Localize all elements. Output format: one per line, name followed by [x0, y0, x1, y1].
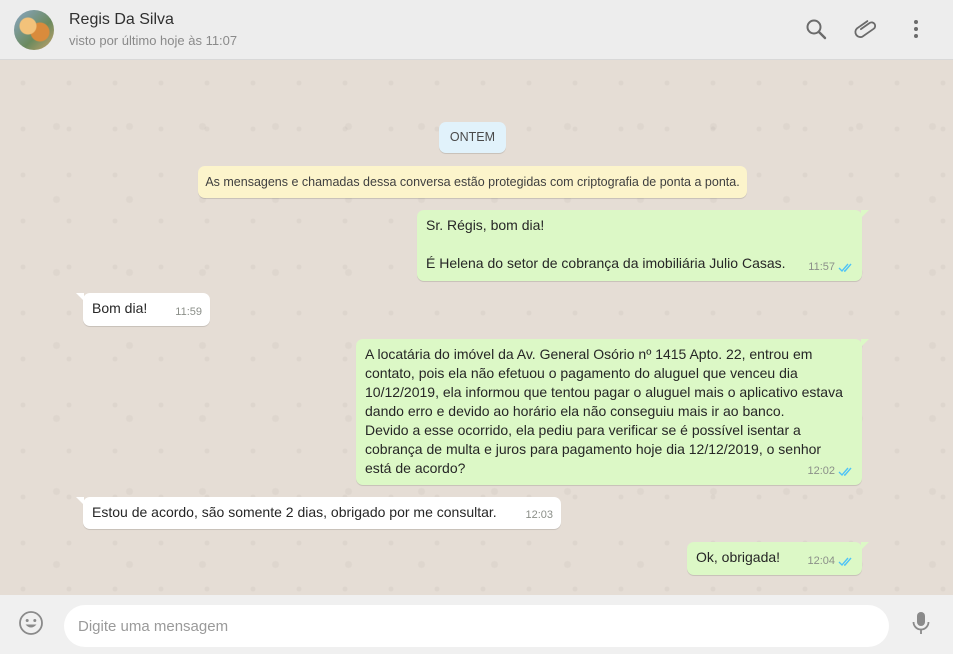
message-meta: 12:04: [807, 552, 854, 571]
read-ticks-icon: [838, 466, 854, 477]
message-text: A locatária do imóvel da Av. General Osó…: [365, 346, 843, 476]
contact-name[interactable]: Regis Da Silva: [69, 11, 174, 29]
message-meta: 12:02: [807, 462, 854, 481]
message-time: 11:59: [175, 306, 202, 318]
message-time: 12:02: [807, 465, 835, 477]
message-meta: 11:57: [808, 258, 854, 277]
message-input[interactable]: [64, 605, 889, 647]
message-bubble-outgoing[interactable]: A locatária do imóvel da Av. General Osó…: [356, 339, 869, 485]
menu-icon[interactable]: [904, 17, 928, 41]
message-bubble-outgoing[interactable]: Sr. Régis, bom dia! É Helena do setor de…: [417, 210, 869, 281]
read-ticks-icon: [838, 556, 854, 567]
search-icon[interactable]: [804, 17, 828, 41]
message-text: Sr. Régis, bom dia! É Helena do setor de…: [426, 217, 786, 271]
message-meta: 11:59: [175, 303, 202, 322]
message-time: 12:03: [525, 509, 553, 521]
read-ticks-icon: [838, 262, 854, 273]
message-text: Estou de acordo, são somente 2 dias, obr…: [92, 504, 497, 520]
date-divider: ONTEM: [439, 122, 506, 153]
emoji-icon[interactable]: [18, 610, 44, 636]
message-meta: 12:03: [525, 506, 553, 525]
message-list[interactable]: ONTEM As mensagens e chamadas dessa conv…: [0, 60, 953, 595]
encryption-notice[interactable]: As mensagens e chamadas dessa conversa e…: [198, 166, 747, 198]
attach-icon[interactable]: [854, 17, 878, 41]
last-seen-status: visto por último hoje às 11:07: [69, 33, 238, 48]
contact-avatar[interactable]: [14, 10, 54, 50]
microphone-icon[interactable]: [910, 610, 932, 636]
message-bubble-incoming[interactable]: Bom dia! 11:59: [76, 293, 210, 326]
chat-header: Regis Da Silva visto por último hoje às …: [0, 0, 953, 60]
message-time: 11:57: [808, 261, 835, 273]
message-time: 12:04: [807, 555, 835, 567]
compose-bar: [0, 595, 953, 654]
message-bubble-outgoing[interactable]: Ok, obrigada! 12:04: [687, 542, 869, 575]
message-bubble-incoming[interactable]: Estou de acordo, são somente 2 dias, obr…: [76, 497, 561, 529]
